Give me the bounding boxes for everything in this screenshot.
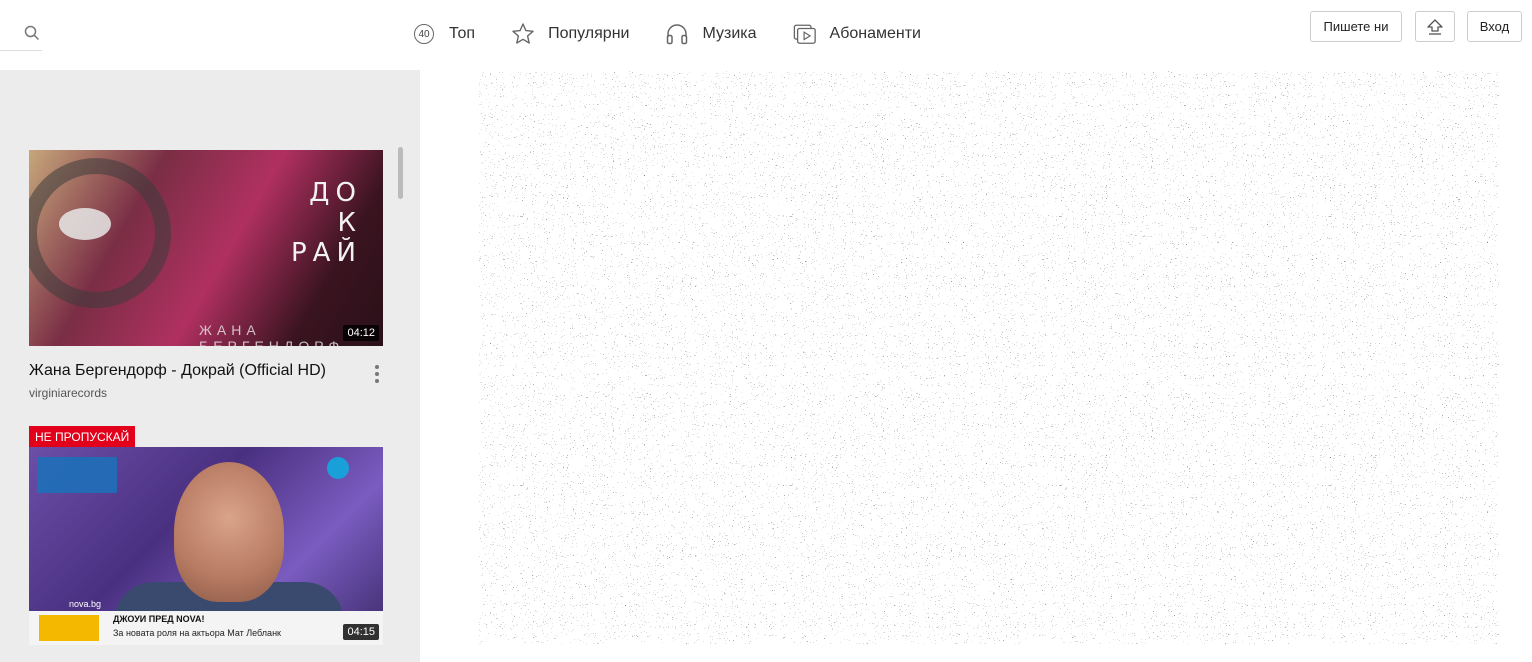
- nav-item-subscriptions[interactable]: Абонаменти: [793, 22, 921, 46]
- upload-button[interactable]: [1415, 11, 1455, 42]
- video-card: ДО К РАЙ ЖАНА БЕРГЕНДОРФ 04:12 Жана Берг…: [0, 70, 420, 410]
- more-options-icon[interactable]: [369, 365, 385, 385]
- top-header: 40 Топ Популярни Музика Абонаменти Пишет…: [0, 0, 1532, 70]
- top40-badge-icon: 40: [412, 22, 436, 46]
- thumbnail-person-head: [174, 462, 284, 602]
- top40-badge-text: 40: [414, 24, 434, 44]
- dont-miss-badge: НЕ ПРОПУСКАЙ: [29, 426, 136, 447]
- nav-item-label: Абонаменти: [829, 25, 921, 42]
- video-thumbnail[interactable]: ДО К РАЙ ЖАНА БЕРГЕНДОРФ 04:12: [29, 150, 383, 346]
- video-static-noise: [479, 71, 1499, 644]
- video-duration: 04:12: [343, 325, 379, 341]
- search-button[interactable]: [0, 18, 42, 51]
- star-icon: [511, 22, 535, 46]
- nav-item-label: Топ: [449, 25, 476, 42]
- login-button[interactable]: Вход: [1467, 11, 1522, 42]
- headphones-icon: [665, 22, 689, 46]
- nav-item-music[interactable]: Музика: [665, 22, 757, 46]
- video-channel[interactable]: virginiarecords: [29, 386, 107, 400]
- overlay-line: ДО: [309, 178, 362, 208]
- overlay-line: К: [337, 208, 362, 238]
- nav-item-label: Музика: [702, 25, 757, 42]
- lower-third: ДЖОУИ ПРЕД NOVA! За новата роля на актьо…: [29, 611, 383, 645]
- related-videos-sidebar: ДО К РАЙ ЖАНА БЕРГЕНДОРФ 04:12 Жана Берг…: [0, 70, 420, 662]
- contact-button[interactable]: Пишете ни: [1310, 11, 1402, 42]
- video-player[interactable]: [479, 71, 1499, 644]
- main-nav: 40 Топ Популярни Музика Абонаменти: [412, 18, 957, 50]
- video-title[interactable]: Жана Бергендорф - Докрай (Official HD): [29, 362, 326, 380]
- lower-third-show-label: [39, 615, 99, 641]
- show-logo: [37, 457, 117, 493]
- nav-item-popular[interactable]: Популярни: [511, 22, 629, 46]
- thumbnail-overlay-title: ДО К РАЙ: [291, 178, 362, 268]
- video-thumbnail[interactable]: nova.bg ДЖОУИ ПРЕД NOVA! За новата роля …: [29, 447, 383, 645]
- nav-item-top[interactable]: 40 Топ: [412, 22, 475, 46]
- search-icon: [24, 25, 40, 41]
- channel-logo: [327, 457, 349, 479]
- lower-third-subline: За новата роля на актьора Мат Лебланк: [113, 628, 281, 638]
- upload-icon: [1427, 18, 1443, 35]
- record-label-logo: [59, 208, 111, 240]
- lower-third-headline: ДЖОУИ ПРЕД NOVA!: [113, 614, 205, 624]
- video-duration: 04:15: [343, 624, 379, 640]
- subscriptions-icon: [793, 22, 817, 46]
- nav-item-label: Популярни: [548, 25, 630, 42]
- thumbnail-site: nova.bg: [69, 599, 102, 609]
- overlay-line: РАЙ: [291, 238, 362, 268]
